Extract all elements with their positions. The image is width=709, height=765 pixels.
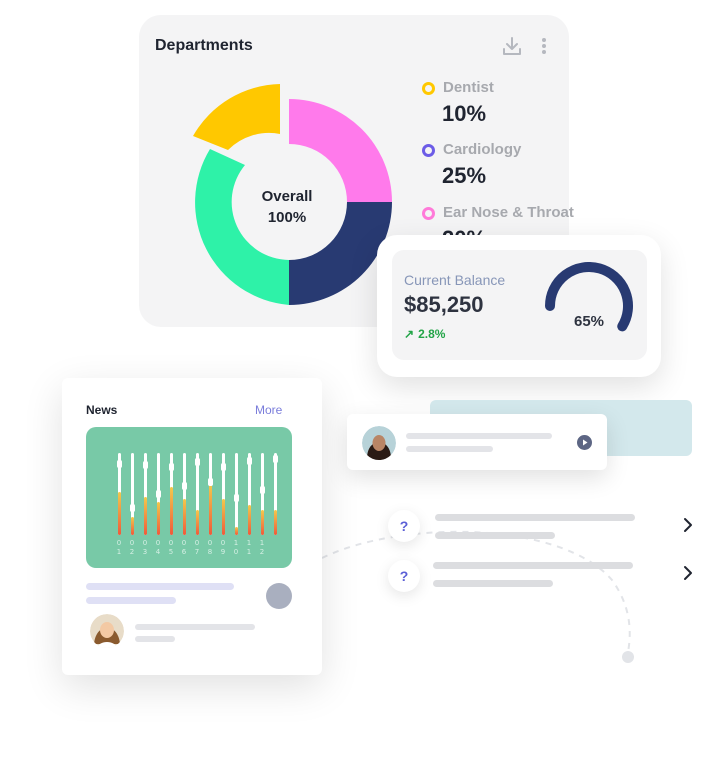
news-title: News bbox=[86, 403, 118, 417]
news-chart-bar-knob bbox=[156, 490, 161, 498]
news-chart-tick-label: 09 bbox=[220, 539, 226, 556]
news-chart-bar bbox=[234, 453, 239, 535]
news-chart-bar-fill bbox=[183, 499, 186, 535]
news-chart-tick-label: 04 bbox=[155, 539, 161, 556]
legend-percent: 25% bbox=[442, 163, 487, 188]
chevron-right-icon[interactable] bbox=[682, 517, 694, 533]
news-chart-tick-label: 05 bbox=[168, 539, 174, 556]
skeleton-line bbox=[86, 597, 176, 604]
news-chart-bar-fill bbox=[118, 492, 121, 535]
news-chart-tick-label: 11 bbox=[246, 539, 252, 556]
balance-amount: $85,250 bbox=[404, 292, 484, 317]
news-chart-bar bbox=[117, 453, 122, 535]
news-chart-bar bbox=[273, 453, 278, 535]
news-chart-tick-label: 08 bbox=[207, 539, 213, 556]
gauge-label: 65% bbox=[574, 313, 604, 330]
news-chart-tick-label: 02 bbox=[129, 539, 135, 556]
news-chart-bar bbox=[195, 453, 200, 535]
news-chart-bar bbox=[169, 453, 174, 535]
news-chart-bar-fill bbox=[144, 497, 147, 535]
arrow-up-right-icon: ↗ bbox=[404, 327, 415, 341]
news-chart-bar bbox=[221, 453, 226, 535]
balance-card: Current Balance $85,250 ↗ 2.8% 65% bbox=[377, 235, 661, 377]
news-chart-bar-fill bbox=[209, 484, 212, 535]
skeleton-line bbox=[435, 514, 635, 521]
news-chart-bar-fill bbox=[261, 510, 264, 535]
news-card: News More 01 02 03 04 05 06 07 08 09 10 11 12 bbox=[62, 378, 322, 675]
news-chart-tick-label: 12 bbox=[259, 539, 265, 556]
news-chart-tick-label: 10 bbox=[233, 539, 239, 556]
legend-dot-dentist bbox=[422, 82, 435, 95]
news-chart-bar-knob bbox=[182, 482, 187, 490]
news-chart-bar-knob bbox=[143, 461, 148, 469]
legend-percent: 10% bbox=[442, 101, 487, 126]
news-chart-bar-fill bbox=[274, 510, 277, 535]
news-chart-bar-knob bbox=[260, 486, 265, 494]
news-chart-bar-fill bbox=[235, 527, 238, 535]
balance-change: ↗ 2.8% bbox=[404, 327, 445, 341]
avatar bbox=[362, 426, 396, 460]
legend-dot-cardiology bbox=[422, 144, 435, 157]
chevron-right-icon[interactable] bbox=[682, 565, 694, 581]
news-chart-bar bbox=[247, 453, 252, 535]
news-chart-tick-label: 07 bbox=[194, 539, 200, 556]
news-chart-bar-fill bbox=[131, 517, 134, 535]
news-chart-bar bbox=[143, 453, 148, 535]
legend-label: Cardiology bbox=[443, 141, 522, 158]
skeleton-line bbox=[435, 532, 555, 539]
news-chart-tick-label: 06 bbox=[181, 539, 187, 556]
news-chart-bar-knob bbox=[130, 504, 135, 512]
balance-label: Current Balance bbox=[404, 272, 506, 288]
legend-label: Ear Nose & Throat bbox=[443, 204, 574, 221]
news-chart-bar bbox=[208, 453, 213, 535]
kebab-menu-icon[interactable] bbox=[541, 37, 547, 55]
faq-question-icon[interactable]: ? bbox=[388, 560, 420, 592]
news-chart-bar-fill bbox=[196, 510, 199, 535]
news-chart-bar-fill bbox=[248, 505, 251, 535]
skeleton-line bbox=[86, 583, 234, 590]
skeleton-line bbox=[135, 624, 255, 630]
balance-panel: Current Balance $85,250 ↗ 2.8% 65% bbox=[392, 250, 647, 360]
news-chart-bar-knob bbox=[195, 458, 200, 466]
skeleton-line bbox=[135, 636, 175, 642]
skeleton-line bbox=[433, 580, 553, 587]
avatar bbox=[90, 614, 124, 648]
departments-title: Departments bbox=[155, 37, 253, 54]
news-chart-bar bbox=[260, 453, 265, 535]
news-chart-bar bbox=[156, 453, 161, 535]
news-chart-bar-knob bbox=[117, 460, 122, 468]
news-chart-bar-knob bbox=[169, 463, 174, 471]
faq-question-icon[interactable]: ? bbox=[388, 510, 420, 542]
legend-dot-ent bbox=[422, 207, 435, 220]
donut-segment-yellow bbox=[193, 84, 280, 150]
news-chart-bar-fill bbox=[222, 499, 225, 535]
balance-gauge: 65% bbox=[545, 262, 633, 332]
news-chart-tick-label: 03 bbox=[142, 539, 148, 556]
skeleton-line bbox=[406, 433, 552, 439]
chat-list-item[interactable] bbox=[347, 414, 607, 470]
balance-change-value: 2.8% bbox=[418, 327, 446, 341]
news-chart-bar bbox=[130, 453, 135, 535]
donut-center-line2: 100% bbox=[267, 209, 307, 226]
news-chart-bar-fill bbox=[170, 487, 173, 535]
status-dot bbox=[266, 583, 292, 609]
news-more-link[interactable]: More bbox=[255, 403, 282, 417]
legend-label: Dentist bbox=[443, 79, 494, 96]
news-chart-bar bbox=[182, 453, 187, 535]
news-chart-bar-knob bbox=[234, 494, 239, 502]
skeleton-line bbox=[433, 562, 633, 569]
news-chart-bar-knob bbox=[247, 457, 252, 465]
donut-center-line1: Overall bbox=[261, 188, 313, 205]
news-chart-bar-knob bbox=[208, 478, 213, 486]
news-chart-bar-knob bbox=[273, 455, 278, 463]
download-icon[interactable] bbox=[501, 35, 523, 57]
news-chart-bar-knob bbox=[221, 463, 226, 471]
news-chart: 01 02 03 04 05 06 07 08 09 10 11 12 bbox=[86, 427, 292, 568]
donut-center-label: Overall 100% bbox=[239, 186, 335, 228]
news-chart-bar-fill bbox=[157, 502, 160, 535]
skeleton-line bbox=[406, 446, 493, 452]
news-chart-tick-label: 01 bbox=[116, 539, 122, 556]
play-icon[interactable] bbox=[577, 435, 592, 450]
